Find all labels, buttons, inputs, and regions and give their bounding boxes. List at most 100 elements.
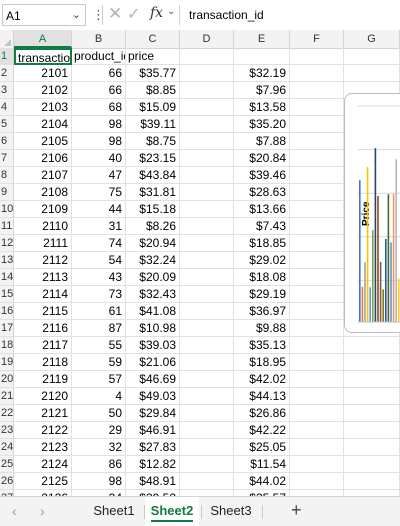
row-header[interactable]: 11 bbox=[0, 218, 14, 235]
cell-b26[interactable]: 98 bbox=[72, 473, 126, 490]
cell-b12[interactable]: 74 bbox=[72, 235, 126, 252]
cell-c15[interactable]: $32.43 bbox=[126, 286, 180, 303]
cell-a12[interactable]: 2111 bbox=[14, 235, 72, 252]
column-header-d[interactable]: D bbox=[180, 30, 234, 48]
cell-c7[interactable]: $23.15 bbox=[126, 150, 180, 167]
cell-c10[interactable]: $15.18 bbox=[126, 201, 180, 218]
cell-e7[interactable]: $20.84 bbox=[234, 150, 290, 167]
sheet-tab-sheet2[interactable]: Sheet2 bbox=[145, 497, 199, 526]
cell-b1[interactable]: product_id bbox=[72, 48, 126, 65]
cell-g20[interactable] bbox=[344, 371, 400, 388]
cell-e1[interactable] bbox=[234, 48, 290, 65]
cell-f26[interactable] bbox=[290, 473, 344, 490]
sheet-tab-sheet3[interactable]: Sheet3 bbox=[203, 497, 259, 526]
embedded-chart[interactable]: Price bbox=[344, 93, 400, 333]
row-header[interactable]: 14 bbox=[0, 269, 14, 286]
cell-c13[interactable]: $32.24 bbox=[126, 252, 180, 269]
cell-e12[interactable]: $18.85 bbox=[234, 235, 290, 252]
row-header[interactable]: 13 bbox=[0, 252, 14, 269]
cell-b2[interactable]: 66 bbox=[72, 65, 126, 82]
cell-a8[interactable]: 2107 bbox=[14, 167, 72, 184]
cell-e3[interactable]: $7.96 bbox=[234, 82, 290, 99]
row-header[interactable]: 22 bbox=[0, 405, 14, 422]
column-header-e[interactable]: E bbox=[234, 30, 290, 48]
cell-b13[interactable]: 54 bbox=[72, 252, 126, 269]
cell-e22[interactable]: $26.86 bbox=[234, 405, 290, 422]
cell-e2[interactable]: $32.19 bbox=[234, 65, 290, 82]
column-header-c[interactable]: C bbox=[126, 30, 180, 48]
column-header-g[interactable]: G bbox=[344, 30, 400, 48]
cell-b8[interactable]: 47 bbox=[72, 167, 126, 184]
column-header-f[interactable]: F bbox=[290, 30, 344, 48]
cell-a19[interactable]: 2118 bbox=[14, 354, 72, 371]
chevron-left-icon[interactable]: ‹ bbox=[12, 503, 17, 519]
row-header[interactable]: 10 bbox=[0, 201, 14, 218]
cell-d1[interactable] bbox=[180, 48, 234, 65]
cell-f8[interactable] bbox=[290, 167, 344, 184]
cell-c14[interactable]: $20.09 bbox=[126, 269, 180, 286]
cell-c25[interactable]: $12.82 bbox=[126, 456, 180, 473]
chevron-right-icon[interactable]: › bbox=[40, 503, 45, 519]
cell-d21[interactable] bbox=[180, 388, 234, 405]
cell-f5[interactable] bbox=[290, 116, 344, 133]
cell-f14[interactable] bbox=[290, 269, 344, 286]
cell-a20[interactable]: 2119 bbox=[14, 371, 72, 388]
cell-c17[interactable]: $10.98 bbox=[126, 320, 180, 337]
cell-b9[interactable]: 75 bbox=[72, 184, 126, 201]
row-header[interactable]: 3 bbox=[0, 82, 14, 99]
column-header-b[interactable]: B bbox=[72, 30, 126, 48]
cell-e15[interactable]: $29.19 bbox=[234, 286, 290, 303]
chevron-down-icon[interactable]: ⌄ bbox=[72, 8, 81, 21]
cell-e13[interactable]: $29.02 bbox=[234, 252, 290, 269]
cell-a2[interactable]: 2101 bbox=[14, 65, 72, 82]
sheet-tab-sheet1[interactable]: Sheet1 bbox=[86, 497, 142, 526]
cell-c12[interactable]: $20.94 bbox=[126, 235, 180, 252]
cell-c1[interactable]: price bbox=[126, 48, 180, 65]
cell-d10[interactable] bbox=[180, 201, 234, 218]
cell-c9[interactable]: $31.81 bbox=[126, 184, 180, 201]
cell-f15[interactable] bbox=[290, 286, 344, 303]
cell-d26[interactable] bbox=[180, 473, 234, 490]
cell-a25[interactable]: 2124 bbox=[14, 456, 72, 473]
cell-b4[interactable]: 68 bbox=[72, 99, 126, 116]
cell-b20[interactable]: 57 bbox=[72, 371, 126, 388]
cell-d19[interactable] bbox=[180, 354, 234, 371]
cell-a6[interactable]: 2105 bbox=[14, 133, 72, 150]
cell-c8[interactable]: $43.84 bbox=[126, 167, 180, 184]
cell-f17[interactable] bbox=[290, 320, 344, 337]
cell-b23[interactable]: 29 bbox=[72, 422, 126, 439]
row-header[interactable]: 7 bbox=[0, 150, 14, 167]
cell-d24[interactable] bbox=[180, 439, 234, 456]
cell-g24[interactable] bbox=[344, 439, 400, 456]
cell-a18[interactable]: 2117 bbox=[14, 337, 72, 354]
cell-d5[interactable] bbox=[180, 116, 234, 133]
cell-a3[interactable]: 2102 bbox=[14, 82, 72, 99]
cell-e9[interactable]: $28.63 bbox=[234, 184, 290, 201]
cell-c21[interactable]: $49.03 bbox=[126, 388, 180, 405]
cell-d11[interactable] bbox=[180, 218, 234, 235]
cell-g23[interactable] bbox=[344, 422, 400, 439]
cell-b19[interactable]: 59 bbox=[72, 354, 126, 371]
row-header[interactable]: 4 bbox=[0, 99, 14, 116]
row-header[interactable]: 1 bbox=[0, 48, 14, 65]
add-sheet-icon[interactable]: + bbox=[291, 500, 302, 521]
row-header[interactable]: 25 bbox=[0, 456, 14, 473]
cell-c3[interactable]: $8.85 bbox=[126, 82, 180, 99]
cell-f13[interactable] bbox=[290, 252, 344, 269]
cell-a23[interactable]: 2122 bbox=[14, 422, 72, 439]
row-header[interactable]: 2 bbox=[0, 65, 14, 82]
select-all-button[interactable] bbox=[0, 30, 14, 48]
row-header[interactable]: 23 bbox=[0, 422, 14, 439]
cell-d14[interactable] bbox=[180, 269, 234, 286]
cell-b18[interactable]: 55 bbox=[72, 337, 126, 354]
cell-f24[interactable] bbox=[290, 439, 344, 456]
row-header[interactable]: 8 bbox=[0, 167, 14, 184]
cell-b7[interactable]: 40 bbox=[72, 150, 126, 167]
cancel-icon[interactable]: ✕ bbox=[108, 4, 122, 24]
row-header[interactable]: 9 bbox=[0, 184, 14, 201]
cell-f16[interactable] bbox=[290, 303, 344, 320]
cell-c11[interactable]: $8.26 bbox=[126, 218, 180, 235]
cell-c16[interactable]: $41.08 bbox=[126, 303, 180, 320]
cell-c18[interactable]: $39.03 bbox=[126, 337, 180, 354]
cell-a24[interactable]: 2123 bbox=[14, 439, 72, 456]
